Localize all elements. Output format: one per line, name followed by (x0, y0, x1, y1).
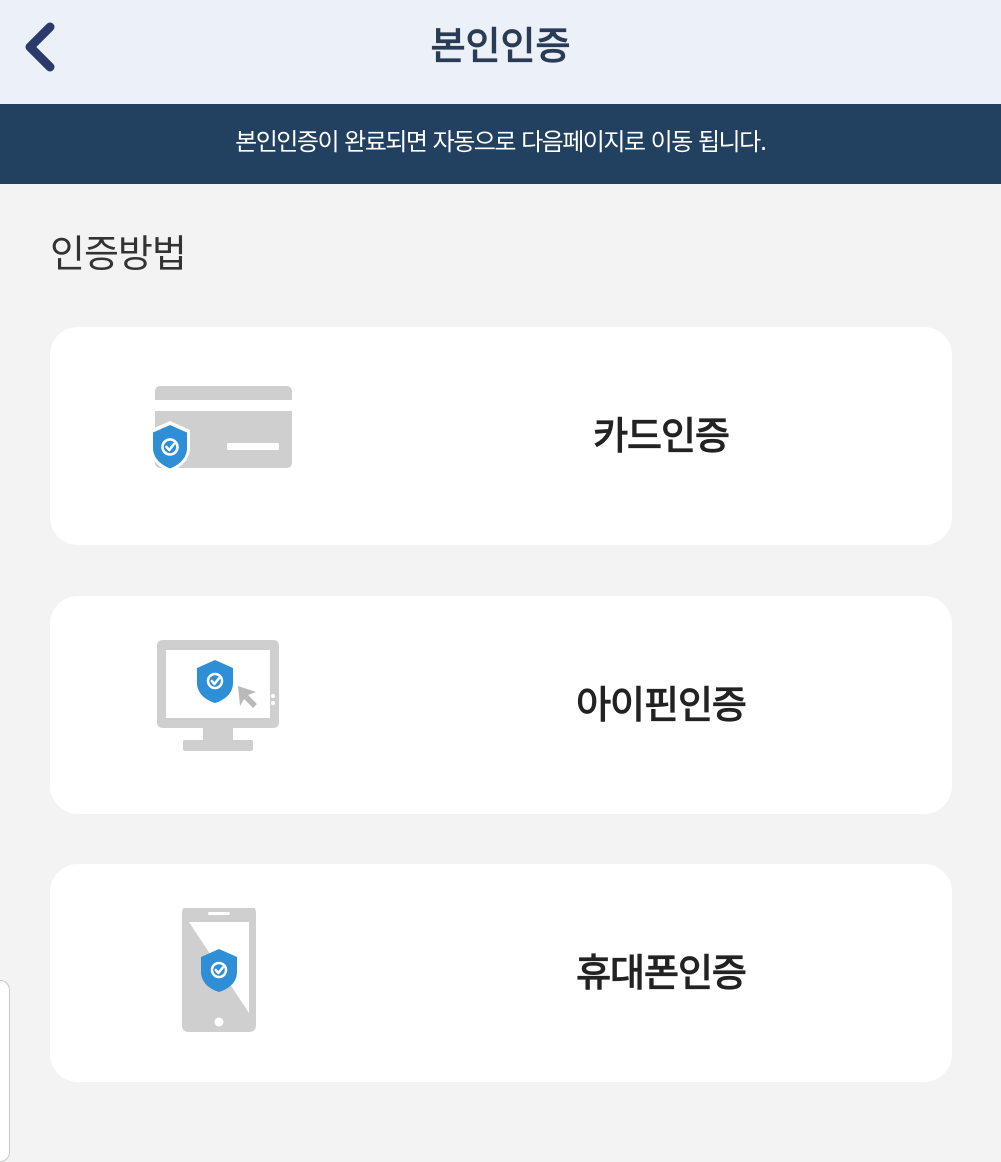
floating-side-tab[interactable] (0, 980, 10, 1162)
ipin-verification-label: 아이핀인증 (576, 683, 747, 727)
monitor-shield-icon (157, 640, 279, 751)
phone-verification-button[interactable]: 휴대폰인증 (50, 864, 952, 1082)
smartphone-shield-icon (182, 908, 256, 1032)
phone-verification-label: 휴대폰인증 (576, 951, 747, 995)
card-verification-label: 카드인증 (593, 414, 730, 458)
app-header: 본인인증 (0, 0, 1001, 104)
credit-card-shield-icon (150, 386, 292, 472)
section-title: 인증방법 (50, 232, 187, 276)
notice-banner: 본인인증이 완료되면 자동으로 다음페이지로 이동 됩니다. (0, 104, 1001, 184)
page-title: 본인인증 (430, 24, 571, 68)
card-verification-button[interactable]: 카드인증 (50, 327, 952, 545)
ipin-verification-button[interactable]: 아이핀인증 (50, 596, 952, 814)
